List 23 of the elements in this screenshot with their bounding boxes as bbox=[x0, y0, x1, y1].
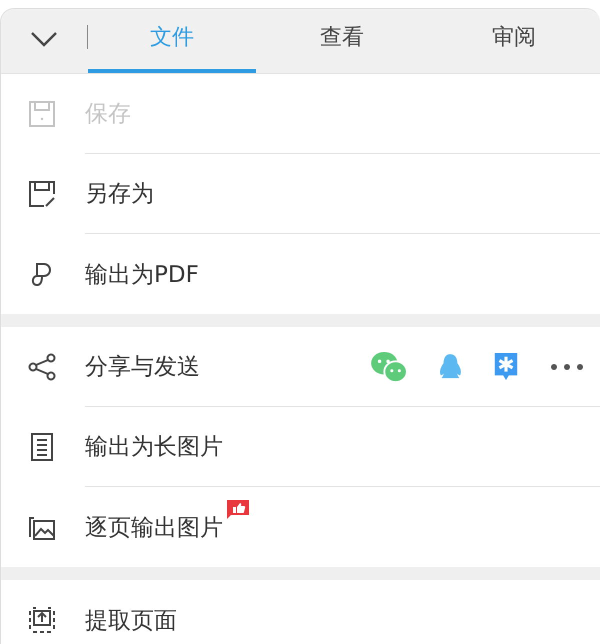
menu-label: 输出为PDF bbox=[85, 260, 199, 290]
menu-label: 输出为长图片 bbox=[85, 433, 223, 462]
asterisk-chat-icon[interactable] bbox=[492, 350, 520, 382]
menu-item[interactable]: 输出为长图片 bbox=[1, 407, 600, 487]
menu-item[interactable]: 逐页输出图片 bbox=[1, 487, 600, 567]
menu-label: 另存为 bbox=[85, 180, 154, 209]
menu-item[interactable]: 另存为 bbox=[1, 154, 600, 234]
menu-label: 保存 bbox=[85, 100, 131, 129]
menu-item[interactable]: 输出为PDF bbox=[1, 234, 600, 314]
more-icon[interactable] bbox=[550, 362, 584, 370]
page-upload-icon bbox=[27, 605, 57, 635]
menu-label: 逐页输出图片 bbox=[85, 514, 223, 542]
floppy-icon bbox=[27, 99, 57, 129]
menu-label: 提取页面 bbox=[85, 606, 177, 636]
menu-label: 分享与发送 bbox=[85, 353, 200, 382]
share-icon bbox=[27, 352, 57, 382]
chat-bubbles-icon[interactable] bbox=[370, 350, 408, 382]
chevron-down-icon bbox=[30, 31, 58, 47]
menu-item[interactable]: 分享与发送 bbox=[1, 327, 600, 407]
menu-item[interactable]: 提取页面 bbox=[1, 580, 600, 644]
tab[interactable]: 查看 bbox=[256, 9, 428, 73]
floppy-pencil-icon bbox=[27, 179, 57, 209]
tab[interactable]: 审阅 bbox=[428, 9, 600, 73]
